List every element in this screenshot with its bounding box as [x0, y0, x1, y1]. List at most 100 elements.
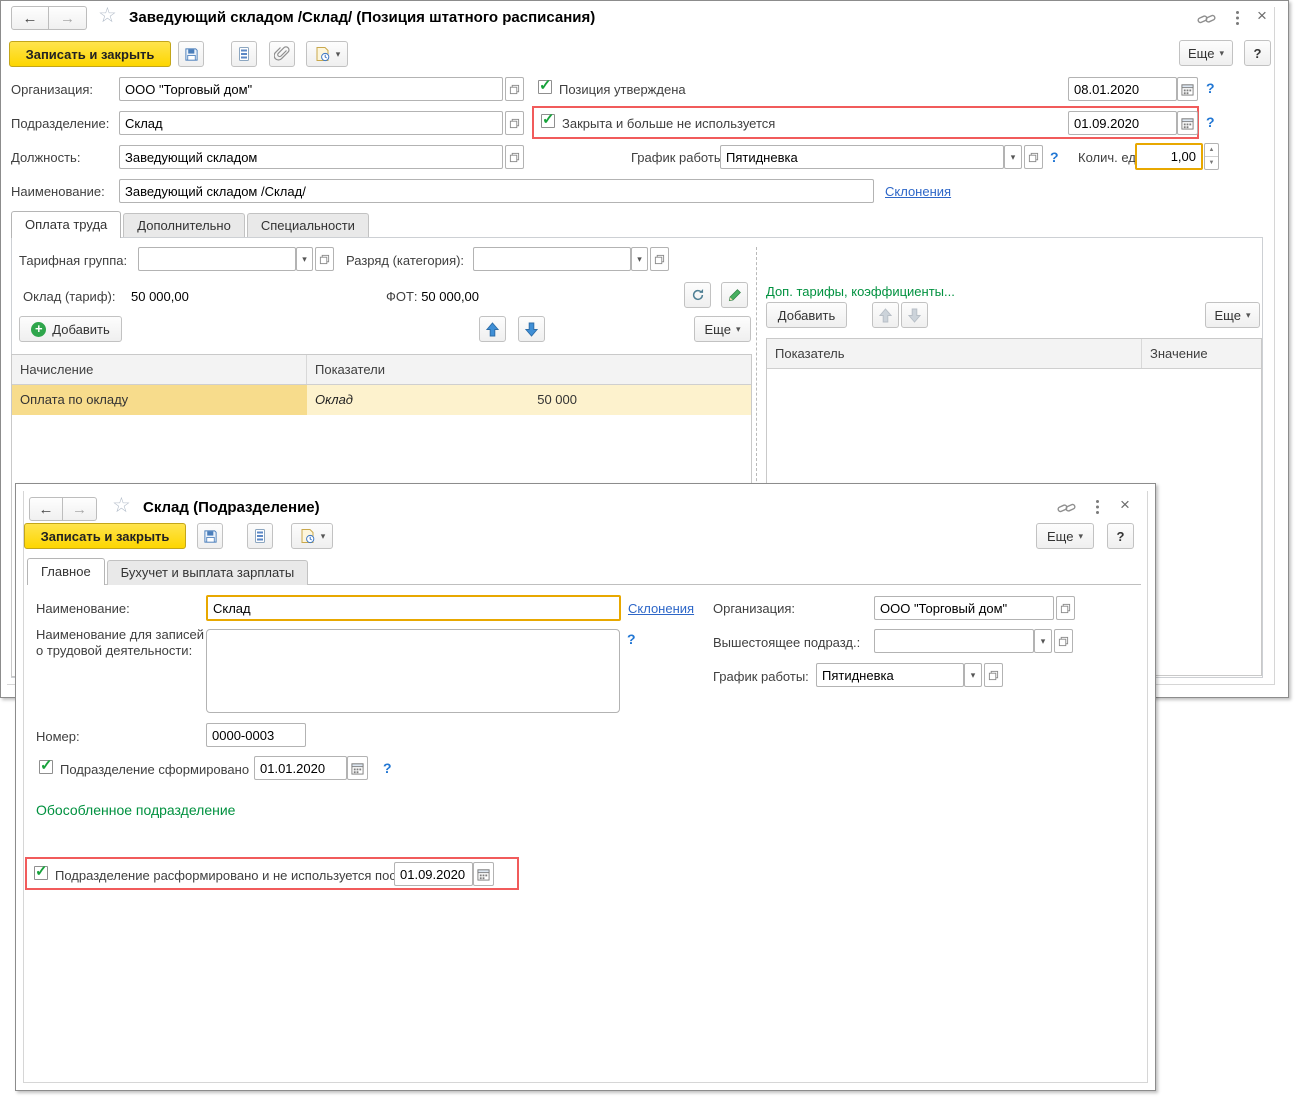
post-input[interactable] [119, 145, 503, 169]
extra-tariffs-link[interactable]: Доп. тарифы, коэффициенты... [766, 284, 955, 299]
approved-calendar-button[interactable] [1177, 77, 1198, 101]
parent-open-button[interactable] [1054, 629, 1073, 653]
close-icon[interactable]: × [1257, 8, 1267, 24]
row-accrual-cell[interactable]: Оплата по окладу [12, 385, 307, 415]
help-button[interactable]: ? [1244, 40, 1271, 66]
labor-name-help[interactable]: ? [627, 631, 636, 647]
grade-dropdown-button[interactable]: ▾ [631, 247, 648, 271]
dept-open-button[interactable] [505, 111, 524, 135]
back-button[interactable]: ← [11, 6, 49, 30]
parent-dept-combo[interactable] [874, 629, 1034, 653]
tab-additional[interactable]: Дополнительно [123, 213, 245, 238]
spin-up-icon[interactable]: ▲ [1205, 144, 1218, 157]
approved-help[interactable]: ? [1206, 80, 1215, 96]
declension-link[interactable]: Склонения [628, 601, 694, 616]
accruals-more-button[interactable]: Еще▾ [694, 316, 751, 342]
separate-division-link[interactable]: Обособленное подразделение [36, 802, 235, 818]
tariff-dropdown-button[interactable]: ▾ [296, 247, 313, 271]
schedule-open-button[interactable] [1024, 145, 1043, 169]
org-input[interactable] [874, 596, 1054, 620]
attachment-button[interactable] [269, 41, 295, 67]
number-input[interactable] [206, 723, 306, 747]
grade-open-button[interactable] [650, 247, 669, 271]
close-icon[interactable]: × [1120, 497, 1130, 513]
org-input[interactable] [119, 77, 503, 101]
disbanded-checkbox[interactable]: ✓ [34, 866, 48, 880]
approved-date-input[interactable] [1068, 77, 1177, 101]
save-and-close-button[interactable]: Записать и закрыть [9, 41, 171, 67]
list-button[interactable] [247, 523, 273, 549]
save-button[interactable] [178, 41, 204, 67]
spin-down-icon[interactable]: ▼ [1205, 157, 1218, 169]
approved-checkbox[interactable]: ✓ [538, 80, 552, 94]
schedule-dropdown-button[interactable]: ▾ [964, 663, 982, 687]
history-button[interactable]: ▾ [306, 41, 348, 67]
closed-calendar-button[interactable] [1177, 111, 1198, 135]
col-accrual[interactable]: Начисление [12, 355, 307, 384]
tab-specialties[interactable]: Специальности [247, 213, 369, 238]
more-dots-icon[interactable] [1235, 10, 1240, 27]
row-indicator-cell[interactable]: Оклад [307, 385, 470, 415]
name-input[interactable] [119, 179, 874, 203]
list-button[interactable] [231, 41, 257, 67]
history-button[interactable]: ▾ [291, 523, 333, 549]
col-indicators[interactable]: Показатели [307, 355, 751, 384]
row-empty-cell[interactable] [587, 385, 751, 415]
formed-checkbox[interactable]: ✓ [39, 760, 53, 774]
refresh-button[interactable] [684, 282, 711, 308]
forward-button[interactable]: → [49, 6, 87, 30]
parent-dropdown-button[interactable]: ▾ [1034, 629, 1052, 653]
row-value-cell[interactable]: 50 000 [470, 385, 587, 415]
tab-main[interactable]: Главное [27, 558, 105, 585]
extras-move-down-button[interactable] [901, 302, 928, 328]
schedule-dropdown-button[interactable]: ▾ [1004, 145, 1022, 169]
disbanded-calendar-button[interactable] [473, 862, 494, 886]
favorite-star-icon[interactable]: ☆ [112, 496, 131, 516]
extras-add-button[interactable]: Добавить [766, 302, 847, 328]
dept-input[interactable] [119, 111, 503, 135]
formed-help[interactable]: ? [383, 760, 392, 776]
more-dots-icon[interactable] [1095, 499, 1100, 516]
formed-calendar-button[interactable] [347, 756, 368, 780]
org-open-button[interactable] [505, 77, 524, 101]
save-and-close-button[interactable]: Записать и закрыть [24, 523, 186, 549]
col-indicator[interactable]: Показатель [767, 339, 1142, 368]
schedule-help[interactable]: ? [1050, 149, 1059, 165]
accruals-move-down-button[interactable] [518, 316, 545, 342]
declension-link[interactable]: Склонения [885, 184, 951, 199]
back-button[interactable]: ← [29, 497, 63, 521]
tab-accounting[interactable]: Бухучет и выплата зарплаты [107, 560, 309, 585]
edit-button[interactable] [721, 282, 748, 308]
grade-combo[interactable] [473, 247, 631, 271]
post-open-button[interactable] [505, 145, 524, 169]
tariff-group-combo[interactable] [138, 247, 296, 271]
closed-checkbox[interactable]: ✓ [541, 114, 555, 128]
forward-button[interactable]: → [63, 497, 97, 521]
schedule-combo[interactable] [720, 145, 1004, 169]
schedule-combo[interactable] [816, 663, 964, 687]
link-icon[interactable] [1197, 12, 1216, 26]
more-button[interactable]: Еще▾ [1036, 523, 1094, 549]
org-open-button[interactable] [1056, 596, 1075, 620]
name-input[interactable] [208, 597, 619, 619]
table-row[interactable]: Оплата по окладу Оклад 50 000 [12, 385, 751, 415]
col-value[interactable]: Значение [1142, 339, 1261, 368]
schedule-open-button[interactable] [984, 663, 1003, 687]
qty-input[interactable] [1137, 145, 1201, 168]
accruals-move-up-button[interactable] [479, 316, 506, 342]
tab-pay[interactable]: Оплата труда [11, 211, 121, 238]
link-icon[interactable] [1057, 501, 1076, 515]
extras-move-up-button[interactable] [872, 302, 899, 328]
favorite-star-icon[interactable]: ☆ [98, 6, 117, 26]
labor-name-textarea[interactable] [206, 629, 620, 713]
help-button[interactable]: ? [1107, 523, 1134, 549]
accruals-add-button[interactable]: + Добавить [19, 316, 122, 342]
closed-help[interactable]: ? [1206, 114, 1215, 130]
closed-date-input[interactable] [1068, 111, 1177, 135]
more-button[interactable]: Еще▾ [1179, 40, 1233, 66]
qty-spinner[interactable]: ▲▼ [1204, 143, 1219, 170]
save-button[interactable] [197, 523, 223, 549]
disbanded-date-input[interactable] [394, 862, 473, 886]
extras-more-button[interactable]: Еще▾ [1205, 302, 1260, 328]
formed-date-input[interactable] [254, 756, 347, 780]
